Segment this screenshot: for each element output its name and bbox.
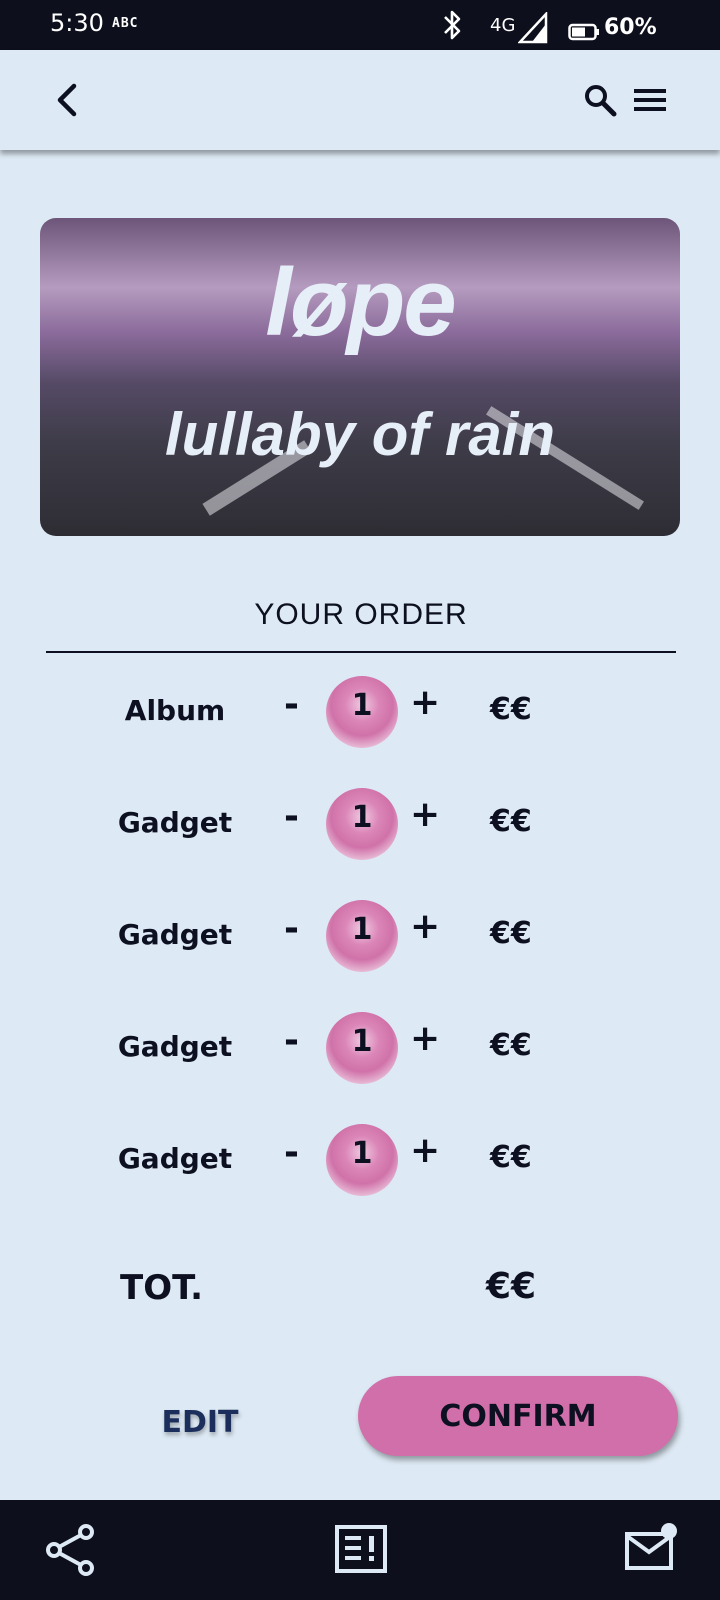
increase-button[interactable]: + — [410, 1130, 440, 1171]
confirm-button[interactable]: CONFIRM — [358, 1376, 678, 1456]
divider — [46, 651, 676, 653]
brand-logo: løpe — [265, 249, 456, 356]
item-price: €€ — [490, 1028, 532, 1063]
network-type: 4G — [490, 15, 516, 36]
search-icon[interactable] — [582, 82, 618, 118]
decrease-button[interactable]: - — [284, 908, 299, 949]
decrease-button[interactable]: - — [284, 1132, 299, 1173]
item-price: €€ — [490, 916, 532, 951]
battery-icon — [568, 23, 600, 46]
total-label: TOT. — [120, 1268, 204, 1308]
album-title: lullaby of rain — [164, 401, 556, 468]
item-price: €€ — [490, 1140, 532, 1175]
back-arrow-icon[interactable] — [48, 78, 88, 122]
battery-percent: 60% — [604, 15, 657, 40]
item-name: Gadget — [117, 918, 233, 951]
quantity-badge: 1 — [326, 1124, 398, 1196]
item-name: Album — [124, 694, 226, 727]
item-price: €€ — [490, 692, 532, 727]
quantity-badge: 1 — [326, 788, 398, 860]
status-bar: 5:30 ABC 4G 60% — [0, 0, 720, 50]
quantity-badge: 1 — [326, 900, 398, 972]
status-carrier: ABC — [112, 16, 139, 31]
signal-icon — [517, 10, 548, 49]
item-name: Gadget — [117, 1142, 233, 1175]
item-name: Gadget — [117, 1030, 233, 1063]
order-item-row: Album - 1 + €€ — [0, 672, 720, 752]
bluetooth-icon — [440, 8, 466, 47]
album-banner[interactable]: løpe lullaby of rain — [40, 218, 680, 536]
decrease-button[interactable]: - — [284, 796, 299, 837]
order-item-row: Gadget - 1 + €€ — [0, 1120, 720, 1200]
total-value: €€ — [486, 1266, 537, 1307]
decrease-button[interactable]: - — [284, 1020, 299, 1061]
order-title: YOUR ORDER — [254, 598, 468, 631]
quantity-badge: 1 — [326, 676, 398, 748]
edit-button[interactable]: EDIT — [130, 1396, 270, 1448]
mail-notification-icon[interactable] — [624, 1522, 680, 1574]
share-icon[interactable] — [44, 1522, 100, 1578]
order-item-row: Gadget - 1 + €€ — [0, 1008, 720, 1088]
increase-button[interactable]: + — [410, 794, 440, 835]
order-item-row: Gadget - 1 + €€ — [0, 896, 720, 976]
newspaper-icon[interactable] — [334, 1524, 390, 1576]
status-time: 5:30 — [50, 9, 104, 37]
quantity-badge: 1 — [326, 1012, 398, 1084]
item-name: Gadget — [117, 806, 233, 839]
item-price: €€ — [490, 804, 532, 839]
order-item-row: Gadget - 1 + €€ — [0, 784, 720, 864]
increase-button[interactable]: + — [410, 1018, 440, 1059]
increase-button[interactable]: + — [410, 682, 440, 723]
increase-button[interactable]: + — [410, 906, 440, 947]
bottom-nav — [0, 1500, 720, 1600]
app-bar — [0, 50, 720, 150]
decrease-button[interactable]: - — [284, 684, 299, 725]
menu-icon[interactable] — [632, 84, 668, 116]
